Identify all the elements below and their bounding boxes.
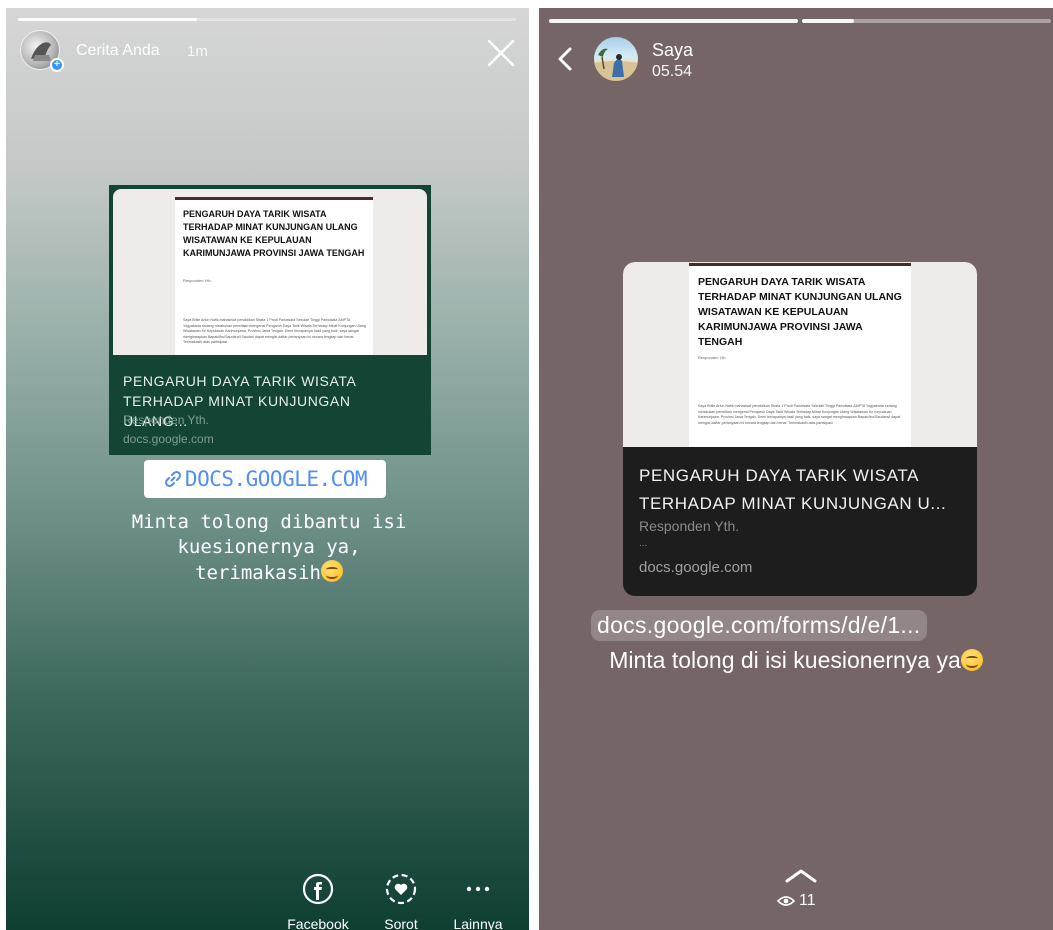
link-description: Responden Yth. (639, 518, 740, 534)
highlight-heart-icon (385, 873, 417, 905)
story-caption: Minta tolong dibantu isi kuesionernya ya… (102, 510, 436, 586)
link-description-ellipsis: ... (639, 538, 648, 549)
back-arrow-icon[interactable] (553, 44, 577, 74)
form-title: PENGARUH DAYA TARIK WISATA TERHADAP MINA… (698, 276, 902, 348)
close-icon[interactable] (486, 38, 516, 68)
story-progress-fill (18, 18, 198, 21)
smiling-emoji-icon (960, 649, 983, 671)
form-body-text: Saya Brilie Ariun Nafis mahasiswi pendid… (698, 404, 901, 425)
eye-icon (776, 896, 796, 906)
form-subtitle: Responden Yth. (698, 355, 727, 360)
status-caption: Minta tolong di isi kuesionernya ya (539, 644, 1053, 676)
link-preview-meta: PENGARUH DAYA TARIK WISATA TERHADAP MINA… (109, 355, 431, 455)
facebook-icon (302, 873, 334, 905)
view-count-number: 11 (799, 892, 816, 909)
status-progress-fill (802, 19, 854, 23)
form-title: PENGARUH DAYA TARIK WISATA TERHADAP MINA… (183, 209, 365, 258)
status-caption-text: Minta tolong di isi kuesionernya ya (609, 647, 961, 673)
chevron-up-icon[interactable] (783, 866, 819, 884)
status-link-url[interactable]: docs.google.com/forms/d/e/1... (591, 610, 927, 641)
story-caption-text: Minta tolong dibantu isi kuesionernya ya… (131, 511, 407, 584)
form-subtitle: Responden Yth. (183, 278, 212, 283)
status-progress-segment-2 (802, 19, 1051, 23)
link-domain: docs.google.com (639, 559, 753, 576)
whatsapp-status-panel: Saya 05.54 PENGARUH DAYA TARIK WISATA TE… (539, 8, 1053, 930)
smiling-emoji-icon (320, 560, 343, 582)
more-button[interactable]: Lainnya (438, 872, 518, 930)
link-title: PENGARUH DAYA TARIK WISATA TERHADAP MINA… (639, 466, 947, 513)
view-count[interactable]: 11 (776, 892, 816, 910)
link-preview-image: PENGARUH DAYA TARIK WISATA TERHADAP MINA… (113, 189, 427, 355)
link-preview-card[interactable]: PENGARUH DAYA TARIK WISATA TERHADAP MINA… (109, 185, 431, 455)
link-domain: docs.google.com (123, 432, 214, 446)
avatar[interactable] (594, 37, 638, 81)
highlight-label: Sorot (384, 916, 418, 930)
link-description: Responden Yth. (123, 413, 209, 427)
story-username: Cerita Anda (76, 42, 160, 59)
link-preview-image: PENGARUH DAYA TARIK WISATA TERHADAP MINA… (623, 262, 977, 447)
more-dots-icon (466, 886, 490, 892)
form-body-text: Saya Brilie Ariun Nafis mahasiswi pendid… (183, 318, 366, 344)
status-time: 05.54 (652, 63, 693, 80)
link-sticker[interactable]: DOCS.GOOGLE.COM (144, 460, 386, 498)
status-username: Saya (652, 40, 694, 60)
more-label: Lainnya (453, 916, 503, 930)
facebook-label: Facebook (287, 916, 349, 930)
form-page-thumbnail: PENGARUH DAYA TARIK WISATA TERHADAP MINA… (689, 263, 911, 447)
status-progress-segment-1 (549, 19, 798, 23)
link-sticker-text: DOCS.GOOGLE.COM (184, 467, 368, 491)
story-progress-bar (18, 18, 516, 21)
instagram-story-panel: + Cerita Anda 1m PENGARUH DAYA TARIK WIS… (6, 8, 529, 930)
highlight-button[interactable]: Sorot (361, 872, 441, 930)
link-icon (164, 470, 181, 488)
story-time: 1m (187, 43, 208, 60)
add-story-plus-icon[interactable]: + (50, 58, 64, 72)
facebook-share-button[interactable]: Facebook (278, 872, 358, 930)
link-preview-card[interactable]: PENGARUH DAYA TARIK WISATA TERHADAP MINA… (623, 262, 977, 596)
beach-photo-avatar-icon (594, 48, 638, 81)
form-page-thumbnail: PENGARUH DAYA TARIK WISATA TERHADAP MINA… (175, 197, 373, 355)
